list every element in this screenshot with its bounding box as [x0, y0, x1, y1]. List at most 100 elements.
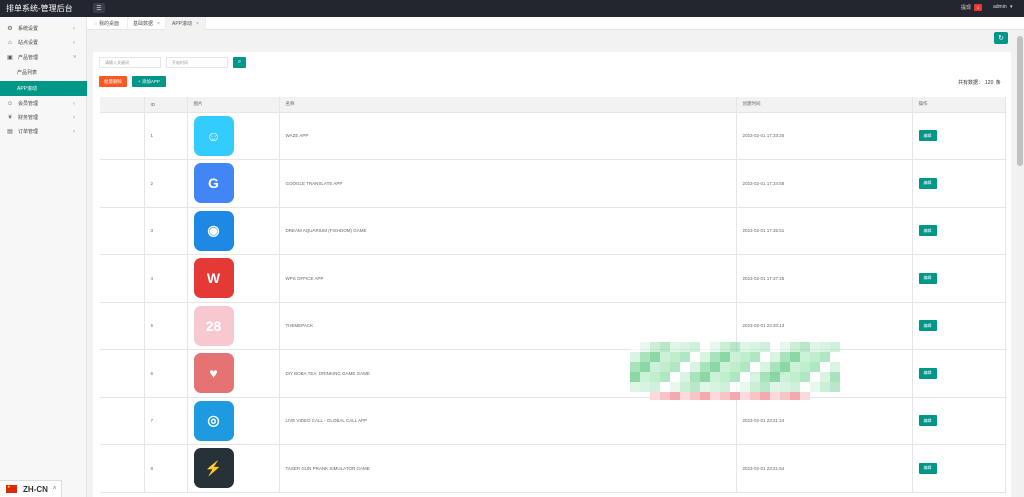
edit-button[interactable]: 编辑: [918, 177, 937, 189]
total-count: 共有数据： 120 条: [958, 79, 1001, 86]
image-cell: G: [187, 159, 280, 208]
created-cell: 2023-02-01 17:35:51: [736, 207, 913, 255]
sidebar-item-app-scroll[interactable]: APP滚动: [0, 81, 87, 96]
sidebar-item-product-management[interactable]: ▣ 产品管理 ˅: [0, 50, 87, 65]
table-row: 4 W WPS OFFICE APP 2023-02-01 17:37:25 编辑: [100, 254, 1006, 303]
edit-button[interactable]: 编辑: [918, 272, 937, 284]
product-icon: ▣: [7, 55, 13, 61]
edit-button[interactable]: 编辑: [918, 415, 937, 427]
select-cell: [100, 444, 145, 493]
actions-cell: 编辑: [912, 159, 1006, 208]
search-button[interactable]: ⌕: [233, 57, 246, 68]
select-cell: [100, 207, 145, 255]
sidebar-item-system-settings[interactable]: ⚙ 系统设置 ‹: [0, 21, 87, 36]
tab-my-desktop[interactable]: ◌ 我的桌面: [90, 17, 128, 30]
tab-basic-data[interactable]: 基础数据 ×: [128, 17, 166, 30]
keyword-search-input[interactable]: 请输入关键词: [99, 57, 161, 68]
top-bar: 排单系统-管理后台 ☰ 提现 1 admin ▾: [0, 0, 1024, 17]
table-header-row: ID 图片 名称 创建时间 操作: [100, 97, 1006, 113]
id-cell: 1: [144, 112, 188, 160]
column-header-actions: 操作: [912, 97, 1006, 113]
created-cell: 2023-02-01 23:21:54: [736, 444, 913, 493]
tab-label: APP滚动: [172, 21, 193, 27]
select-column-header: [100, 97, 145, 113]
total-unit: 条: [995, 80, 1001, 86]
china-flag-icon: [6, 484, 17, 493]
actions-cell: 编辑: [912, 397, 1006, 445]
tab-bar: ◌ 我的桌面 基础数据 × APP滚动 ×: [87, 17, 1024, 30]
notice-link[interactable]: 提现: [961, 4, 971, 11]
scrollbar-thumb[interactable]: [1017, 36, 1023, 166]
menu-toggle-icon[interactable]: ☰: [93, 3, 105, 13]
created-cell: 2023-02-01 23:21:24: [736, 397, 913, 445]
add-app-button[interactable]: + 添加APP: [132, 76, 166, 87]
total-number: 120: [985, 80, 994, 86]
language-code: ZH-CN: [23, 484, 48, 494]
table-row: 7 ◎ LIVE VIDEO CALL - GLOBAL CALL APP 2023-…: [100, 397, 1006, 445]
sidebar-item-member-management[interactable]: ☺ 会员管理 ‹: [0, 96, 87, 111]
sidebar-item-product-list[interactable]: 产品列表: [0, 65, 87, 80]
column-header-id: ID: [144, 97, 188, 113]
edit-button[interactable]: 编辑: [918, 367, 937, 379]
actions-cell: 编辑: [912, 302, 1006, 350]
chevron-left-icon: ‹: [73, 25, 75, 32]
edit-button[interactable]: 编辑: [918, 225, 937, 237]
name-cell: DREAM AQUARIUM (FISHDOM) GAME: [279, 207, 737, 255]
home-icon: ◌: [94, 20, 97, 27]
name-cell: LIVE VIDEO CALL - GLOBAL CALL APP: [279, 397, 737, 445]
user-menu[interactable]: admin: [993, 4, 1007, 10]
finance-icon: ¥: [8, 114, 12, 121]
actions-cell: 编辑: [912, 112, 1006, 160]
name-cell: WPS OFFICE APP: [279, 254, 737, 303]
created-cell: 2023-02-01 17:37:25: [736, 254, 913, 303]
sidebar-item-label: 产品列表: [17, 70, 38, 76]
wps-office-icon: W: [193, 258, 234, 299]
name-cell: GOOGLE TRANSLATE APP: [279, 159, 737, 208]
sidebar-item-label: 站点设置: [18, 40, 39, 46]
tab-label: 基础数据: [133, 21, 154, 27]
chevron-down-icon: ˅: [73, 54, 77, 61]
id-cell: 2: [144, 159, 188, 208]
edit-button[interactable]: 编辑: [918, 462, 937, 474]
sidebar-item-label: 财务管理: [18, 115, 39, 121]
boba-tea-icon: ♥: [193, 353, 234, 394]
table-row: 5 28 THEMEPACK 2023-02-01 23:20:13 编辑: [100, 302, 1006, 350]
taser-gun-icon: ⚡: [193, 448, 234, 489]
refresh-button[interactable]: ↻: [994, 32, 1008, 44]
sidebar-item-order-management[interactable]: ▤ 订单管理 ‹: [0, 124, 87, 139]
id-cell: 3: [144, 207, 188, 255]
image-cell: ◉: [187, 207, 280, 255]
edit-button[interactable]: 编辑: [918, 130, 937, 142]
id-cell: 4: [144, 254, 188, 303]
caret-down-icon[interactable]: ▾: [1010, 4, 1013, 10]
select-cell: [100, 159, 145, 208]
start-date-input[interactable]: 开始时间: [166, 57, 228, 68]
edit-button[interactable]: 编辑: [918, 320, 937, 332]
id-cell: 7: [144, 397, 188, 445]
close-icon[interactable]: ×: [157, 21, 160, 27]
language-switcher[interactable]: ZH-CN ˄: [0, 480, 62, 497]
id-cell: 5: [144, 302, 188, 350]
column-header-created: 创建时间: [736, 97, 913, 113]
actions-cell: 编辑: [912, 254, 1006, 303]
chevron-left-icon: ‹: [73, 128, 75, 135]
close-icon[interactable]: ×: [196, 21, 199, 27]
sidebar-item-site-settings[interactable]: ⌂ 站点设置 ‹: [0, 35, 87, 50]
image-cell: ☺: [187, 112, 280, 160]
select-cell: [100, 349, 145, 398]
select-cell: [100, 112, 145, 160]
site-icon: ⌂: [8, 39, 12, 46]
scrollbar[interactable]: [1016, 30, 1024, 497]
chevron-left-icon: ‹: [73, 39, 75, 46]
batch-delete-button[interactable]: 批量删除: [99, 76, 127, 87]
name-cell: WAZE APP: [279, 112, 737, 160]
sidebar-item-finance-management[interactable]: ¥ 财务管理 ‹: [0, 110, 87, 125]
id-cell: 8: [144, 444, 188, 493]
actions-cell: 编辑: [912, 444, 1006, 493]
search-icon: ⌕: [237, 59, 242, 65]
app-title: 排单系统-管理后台: [6, 4, 73, 13]
created-cell: 2023-02-01 17:33:25: [736, 112, 913, 160]
tab-app-scroll[interactable]: APP滚动 ×: [166, 17, 206, 30]
table-row: 6♥DIY BOBA TEA: DRINKING GAME GAME2023-0…: [100, 349, 1006, 398]
waze-icon: ☺: [193, 115, 234, 156]
